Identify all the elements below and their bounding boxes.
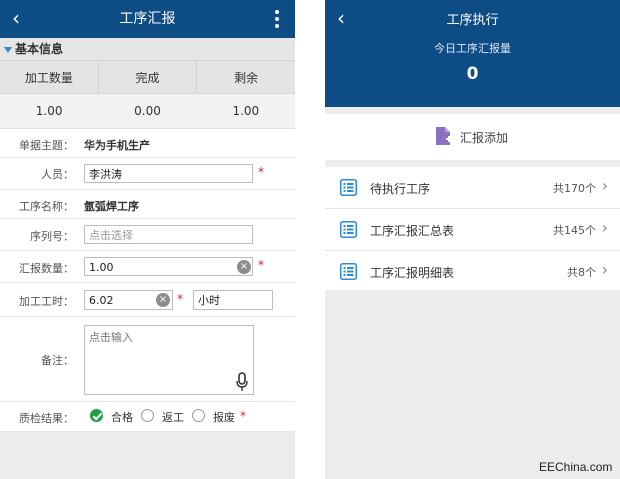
menu-item-report-summary[interactable]: 工序汇报汇总表 共145个 › [325,209,620,251]
page-title: 工序执行 [446,13,499,28]
summary-value-processed: 1.00 [0,93,99,129]
qc-radio-rework[interactable] [141,409,154,422]
required-mark: * [258,258,264,272]
clear-icon[interactable]: × [156,293,170,307]
qc-option-scrap[interactable]: 报废 [213,409,235,425]
section-header-basic-info[interactable]: 基本信息 [0,38,295,61]
clear-icon[interactable]: × [237,260,251,274]
more-menu-icon[interactable] [275,10,279,31]
summary-header-row: 加工数量 完成 剩余 [0,61,295,94]
collapse-triangle-icon [4,46,12,53]
form-row-report-qty: 汇报数量： 1.00 × * [0,251,295,283]
process-execution-screen: ‹ 工序执行 今日工序汇报量 0 汇报添加 待执行工序 共170个 › 工序汇报… [325,0,620,479]
menu-item-pending-processes[interactable]: 待执行工序 共170个 › [325,167,620,209]
microphone-icon[interactable] [235,372,249,392]
person-input[interactable]: 李洪涛 [84,164,253,183]
form-row-process: 工序名称： 氩弧焊工序 [0,190,295,219]
serial-select-input[interactable]: 点击选择 [84,225,253,244]
required-mark: * [258,165,264,179]
summary-header-remaining: 剩余 [196,61,295,94]
today-report-label: 今日工序汇报量 [434,42,511,55]
qc-radio-pass[interactable] [90,409,103,422]
page-title: 工序汇报 [119,11,176,27]
watermark: EEChina.com [539,460,613,474]
serial-label: 序列号： [30,230,74,243]
form-row-hours: 加工工时： 6.02 × * 小时 [0,283,295,317]
menu-item-count: 共170个 [553,182,596,195]
subject-label: 单据主题： [19,139,74,152]
chevron-right-icon: › [601,176,608,195]
menu-item-label: 待执行工序 [370,182,431,196]
top-bar: ‹ 工序汇报 [0,0,295,38]
today-report-count: 0 [466,64,479,84]
report-menu-list: 待执行工序 共170个 › 工序汇报汇总表 共145个 › 工序汇报明细表 共8… [325,167,620,298]
qc-label: 质检结果： [19,412,74,425]
divider [325,160,620,167]
summary-value-completed: 0.00 [98,93,197,129]
report-form: 单据主题： 华为手机生产 人员： 李洪涛 * 工序名称： 氩弧焊工序 序列号： … [0,129,295,432]
person-label: 人员： [41,168,74,181]
process-name-value: 氩弧焊工序 [84,200,139,213]
list-icon [340,221,357,238]
add-document-icon [436,127,452,145]
section-title: 基本信息 [15,42,64,56]
menu-item-report-details[interactable]: 工序汇报明细表 共8个 › [325,251,620,293]
qc-option-pass[interactable]: 合格 [111,409,133,425]
execution-header: ‹ 工序执行 今日工序汇报量 0 [325,0,620,107]
required-mark: * [240,409,246,423]
form-row-note: 备注： [0,317,295,402]
summary-value-remaining: 1.00 [196,93,295,129]
list-icon [340,263,357,280]
required-mark: * [177,292,183,306]
menu-item-label: 工序汇报汇总表 [370,224,455,238]
menu-item-count: 共8个 [567,266,596,279]
subject-value: 华为手机生产 [84,139,150,152]
report-qty-label: 汇报数量： [19,262,74,275]
chevron-right-icon: › [601,218,608,237]
add-report-button[interactable]: 汇报添加 [325,114,620,160]
note-label: 备注： [41,354,74,367]
chevron-right-icon: › [601,260,608,279]
qc-radio-scrap[interactable] [192,409,205,422]
divider [325,107,620,114]
qc-option-rework[interactable]: 返工 [162,409,184,425]
menu-item-label: 工序汇报明细表 [370,266,455,280]
process-name-label: 工序名称： [19,200,74,213]
summary-value-row: 1.00 0.00 1.00 [0,93,295,129]
menu-item-count: 共145个 [553,224,596,237]
form-row-subject: 单据主题： 华为手机生产 [0,129,295,158]
list-icon [340,179,357,196]
quantity-summary-table: 加工数量 完成 剩余 1.00 0.00 1.00 [0,61,295,129]
report-qty-input[interactable]: 1.00 [84,257,253,276]
summary-header-completed: 完成 [98,61,198,94]
form-row-serial: 序列号： 点击选择 [0,219,295,251]
hours-unit-select[interactable]: 小时 [193,290,273,310]
form-row-qc: 质检结果： 合格 返工 报废 * [0,402,295,432]
summary-header-processed: 加工数量 [0,61,99,94]
note-textarea[interactable] [84,325,254,395]
process-report-screen: ‹ 工序汇报 基本信息 加工数量 完成 剩余 1.00 0.00 1.00 单据… [0,0,295,479]
hours-label: 加工工时： [19,295,74,308]
form-row-person: 人员： 李洪涛 * [0,158,295,190]
empty-area [325,290,620,479]
add-report-label: 汇报添加 [460,131,509,145]
